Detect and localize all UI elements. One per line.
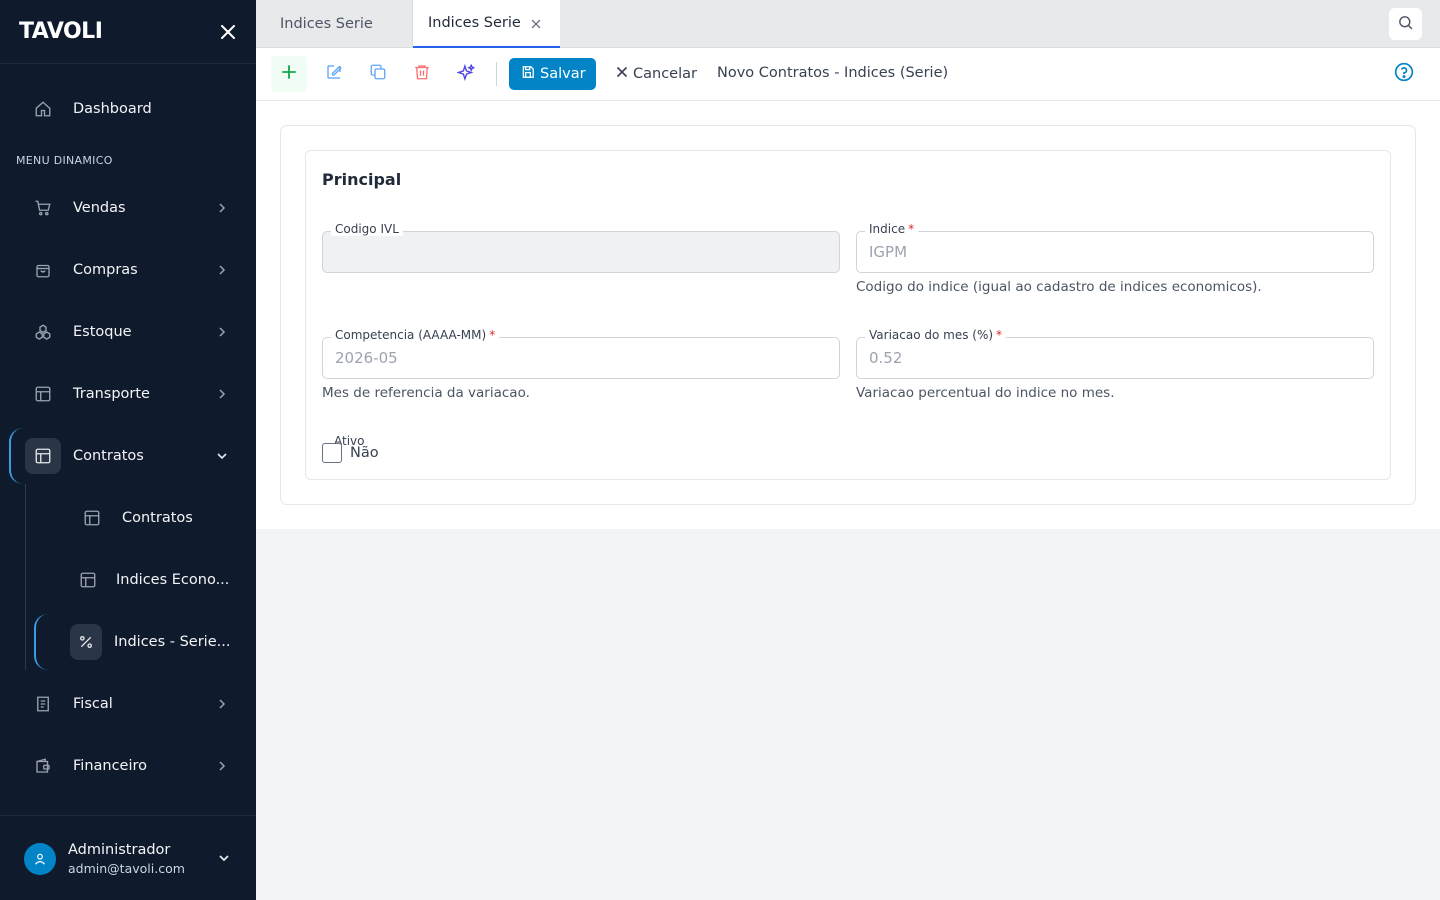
user-email: admin@tavoli.com	[68, 861, 185, 876]
sidebar-item-vendas[interactable]: Vendas	[0, 184, 256, 232]
field-label: Indice *	[865, 222, 919, 236]
sidebar-item-dashboard[interactable]: Dashboard	[0, 85, 256, 133]
tab-bar: Indices Serie Indices Serie	[256, 0, 1440, 48]
brand-bar: TAVOLI	[0, 0, 256, 64]
sidebar-item-financeiro[interactable]: Financeiro	[0, 742, 256, 790]
sidebar-subitem-indices-economicos[interactable]: Indices Econo...	[0, 556, 256, 604]
chevron-right-icon	[214, 758, 230, 774]
tab-label: Indices Serie	[280, 16, 373, 32]
edit-icon	[325, 63, 343, 85]
sidebar-item-label: Financeiro	[73, 758, 148, 774]
competencia-help-text: Mes de referencia da variacao.	[322, 385, 530, 401]
layout-icon	[74, 500, 110, 536]
sidebar-item-label: Indices - Serie...	[114, 634, 231, 650]
field-label: Variacao do mes (%) *	[865, 328, 1007, 342]
search-button[interactable]	[1389, 8, 1422, 40]
field-placeholder: IGPM	[869, 243, 908, 261]
receipt-icon	[25, 686, 61, 722]
ai-assist-button[interactable]	[448, 56, 484, 92]
toolbar-divider	[496, 62, 497, 86]
sidebar: TAVOLI Dashboard MENU DINAMICO Vendas Co…	[0, 0, 256, 900]
sidebar-item-label: Indices Econo...	[116, 572, 230, 588]
user-name: Administrador	[68, 842, 171, 858]
sparkles-icon	[455, 63, 476, 86]
field-label: Codigo IVL	[331, 222, 403, 236]
chevron-right-icon	[214, 262, 230, 278]
variacao-help-text: Variacao percentual do indice no mes.	[856, 385, 1115, 401]
chevron-right-icon	[214, 200, 230, 216]
close-sidebar-icon[interactable]	[218, 22, 238, 42]
menu-section-label: MENU DINAMICO	[16, 154, 113, 167]
app-logo: TAVOLI	[19, 19, 103, 44]
chevron-right-icon	[214, 324, 230, 340]
field-label: Competencia (AAAA-MM) *	[331, 328, 500, 342]
sidebar-item-label: Contratos	[73, 448, 144, 464]
chevron-down-icon[interactable]	[216, 850, 232, 866]
section-title: Principal	[322, 170, 402, 189]
competencia-input[interactable]: Competencia (AAAA-MM) * 2026-05	[322, 328, 840, 379]
form-title: Novo Contratos - Indices (Serie)	[717, 65, 949, 81]
form-card: Principal Codigo IVL Indice * IGPM Codigo…	[280, 125, 1416, 505]
close-icon	[616, 66, 628, 82]
save-label: Salvar	[540, 66, 586, 82]
ativo-value-text: Não	[350, 445, 379, 461]
ativo-checkbox[interactable]	[322, 443, 342, 463]
tab-label: Indices Serie	[428, 15, 521, 31]
variacao-input[interactable]: Variacao do mes (%) * 0.52	[856, 328, 1374, 379]
search-icon	[1397, 14, 1414, 35]
field-placeholder: 2026-05	[335, 349, 398, 367]
sidebar-item-transporte[interactable]: Transporte	[0, 370, 256, 418]
add-button[interactable]	[271, 56, 307, 92]
sidebar-item-compras[interactable]: Compras	[0, 246, 256, 294]
layout-icon	[70, 562, 106, 598]
sidebar-item-fiscal[interactable]: Fiscal	[0, 680, 256, 728]
delete-button[interactable]	[404, 56, 440, 92]
plus-icon	[281, 64, 297, 84]
layout-icon	[25, 438, 61, 474]
help-button[interactable]	[1394, 62, 1414, 86]
save-button[interactable]: Salvar	[509, 58, 596, 90]
sidebar-item-label: Contratos	[122, 510, 193, 526]
cart-icon	[25, 190, 61, 226]
toolbar: Salvar Cancelar Novo Contratos - Indices…	[256, 48, 1440, 101]
chevron-down-icon	[214, 448, 230, 464]
main-content: Principal Codigo IVL Indice * IGPM Codigo…	[256, 101, 1440, 529]
percent-icon	[70, 624, 102, 660]
sidebar-item-label: Estoque	[73, 324, 132, 340]
layout-icon	[25, 376, 61, 412]
user-menu[interactable]: Administrador admin@tavoli.com	[0, 815, 256, 900]
section-principal: Principal Codigo IVL Indice * IGPM Codigo…	[305, 150, 1391, 480]
tab-indices-serie-1[interactable]: Indices Serie	[256, 0, 413, 48]
sidebar-item-label: Transporte	[73, 386, 150, 402]
chevron-right-icon	[214, 696, 230, 712]
avatar	[24, 843, 56, 875]
indice-input[interactable]: Indice * IGPM	[856, 222, 1374, 273]
sidebar-item-label: Dashboard	[73, 101, 152, 117]
close-tab-icon[interactable]	[529, 17, 543, 31]
help-circle-icon	[1394, 62, 1414, 86]
edit-button[interactable]	[316, 56, 352, 92]
chevron-right-icon	[214, 386, 230, 402]
save-icon	[521, 65, 535, 83]
sidebar-item-label: Fiscal	[73, 696, 113, 712]
sidebar-item-contratos[interactable]: Contratos	[0, 432, 256, 480]
trash-icon	[413, 63, 431, 85]
tab-indices-serie-2[interactable]: Indices Serie	[413, 0, 560, 48]
sidebar-item-label: Vendas	[73, 200, 126, 216]
shopping-bag-icon	[25, 252, 61, 288]
cancel-button[interactable]: Cancelar	[616, 58, 697, 90]
cancel-label: Cancelar	[633, 66, 697, 82]
home-icon	[25, 91, 61, 127]
codigo-ivl-field: Codigo IVL	[322, 222, 840, 273]
sidebar-item-estoque[interactable]: Estoque	[0, 308, 256, 356]
sidebar-subitem-contratos[interactable]: Contratos	[0, 494, 256, 542]
indice-help-text: Codigo do indice (igual ao cadastro de i…	[856, 279, 1262, 295]
sidebar-item-label: Compras	[73, 262, 138, 278]
duplicate-button[interactable]	[360, 56, 396, 92]
field-placeholder: 0.52	[869, 349, 903, 367]
copy-icon	[369, 63, 387, 85]
sidebar-subitem-indices-serie[interactable]: Indices - Serie...	[0, 618, 256, 666]
boxes-icon	[25, 314, 61, 350]
wallet-icon	[25, 748, 61, 784]
